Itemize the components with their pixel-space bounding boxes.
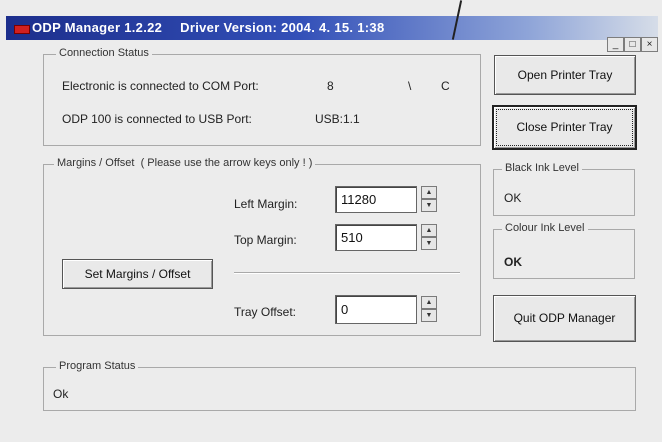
close-printer-tray-button[interactable]: Close Printer Tray	[492, 105, 637, 150]
black-ink-legend: Black Ink Level	[502, 162, 582, 174]
com-port-extra-a: \	[408, 79, 412, 93]
com-port-extra-b: C	[441, 79, 450, 93]
close-button[interactable]: ×	[641, 37, 658, 52]
black-ink-value: OK	[504, 191, 522, 205]
top-margin-spinner[interactable]: ▲ ▼	[421, 224, 437, 250]
spin-up-icon[interactable]: ▲	[421, 296, 437, 309]
program-status-value: Ok	[53, 387, 69, 401]
minimize-button[interactable]: _	[607, 37, 624, 52]
colour-ink-value: OK	[504, 255, 522, 269]
app-title: ODP Manager 1.2.22	[32, 20, 163, 35]
colour-ink-legend: Colour Ink Level	[502, 222, 588, 234]
spin-down-icon[interactable]: ▼	[421, 199, 437, 212]
com-port-label: Electronic is connected to COM Port:	[62, 79, 259, 93]
tray-offset-input[interactable]	[335, 295, 417, 324]
tray-offset-label: Tray Offset:	[234, 305, 297, 319]
margins-divider	[234, 272, 460, 274]
spin-down-icon[interactable]: ▼	[421, 237, 437, 250]
com-port-value: 8	[327, 79, 334, 93]
tray-offset-spinner[interactable]: ▲ ▼	[421, 296, 437, 322]
spin-down-icon[interactable]: ▼	[421, 309, 437, 322]
set-margins-offset-button[interactable]: Set Margins / Offset	[62, 259, 213, 289]
connection-status-legend: Connection Status	[56, 47, 152, 59]
top-margin-input[interactable]	[335, 224, 417, 251]
program-status-legend: Program Status	[56, 360, 139, 372]
usb-port-label: ODP 100 is connected to USB Port:	[62, 112, 252, 126]
odp-manager-window: ODP Manager 1.2.22 Driver Version: 2004. …	[0, 0, 662, 442]
quit-odp-manager-button[interactable]: Quit ODP Manager	[493, 295, 636, 342]
arrow-keys-note: ( Please use the arrow keys only ! )	[140, 157, 313, 169]
spin-up-icon[interactable]: ▲	[421, 224, 437, 237]
left-margin-label: Left Margin:	[234, 197, 298, 211]
connection-status-group: Connection Status	[43, 47, 481, 146]
top-margin-label: Top Margin:	[234, 233, 297, 247]
title-bar[interactable]: ODP Manager 1.2.22 Driver Version: 2004. …	[6, 16, 658, 52]
window-title: ODP Manager 1.2.22 Driver Version: 2004. …	[32, 20, 384, 35]
driver-version: Driver Version: 2004. 4. 15. 1:38	[180, 20, 385, 35]
open-printer-tray-button[interactable]: Open Printer Tray	[494, 55, 636, 95]
left-margin-spinner[interactable]: ▲ ▼	[421, 186, 437, 212]
margins-offset-legend: Margins / Offset ( Please use the arrow …	[54, 157, 316, 169]
colour-ink-group: Colour Ink Level	[493, 222, 635, 279]
program-status-group: Program Status	[43, 360, 636, 411]
spin-up-icon[interactable]: ▲	[421, 186, 437, 199]
left-margin-input[interactable]	[335, 186, 417, 213]
usb-port-value: USB:1.1	[315, 112, 360, 126]
maximize-button[interactable]: □	[624, 37, 641, 52]
app-icon	[14, 25, 30, 34]
